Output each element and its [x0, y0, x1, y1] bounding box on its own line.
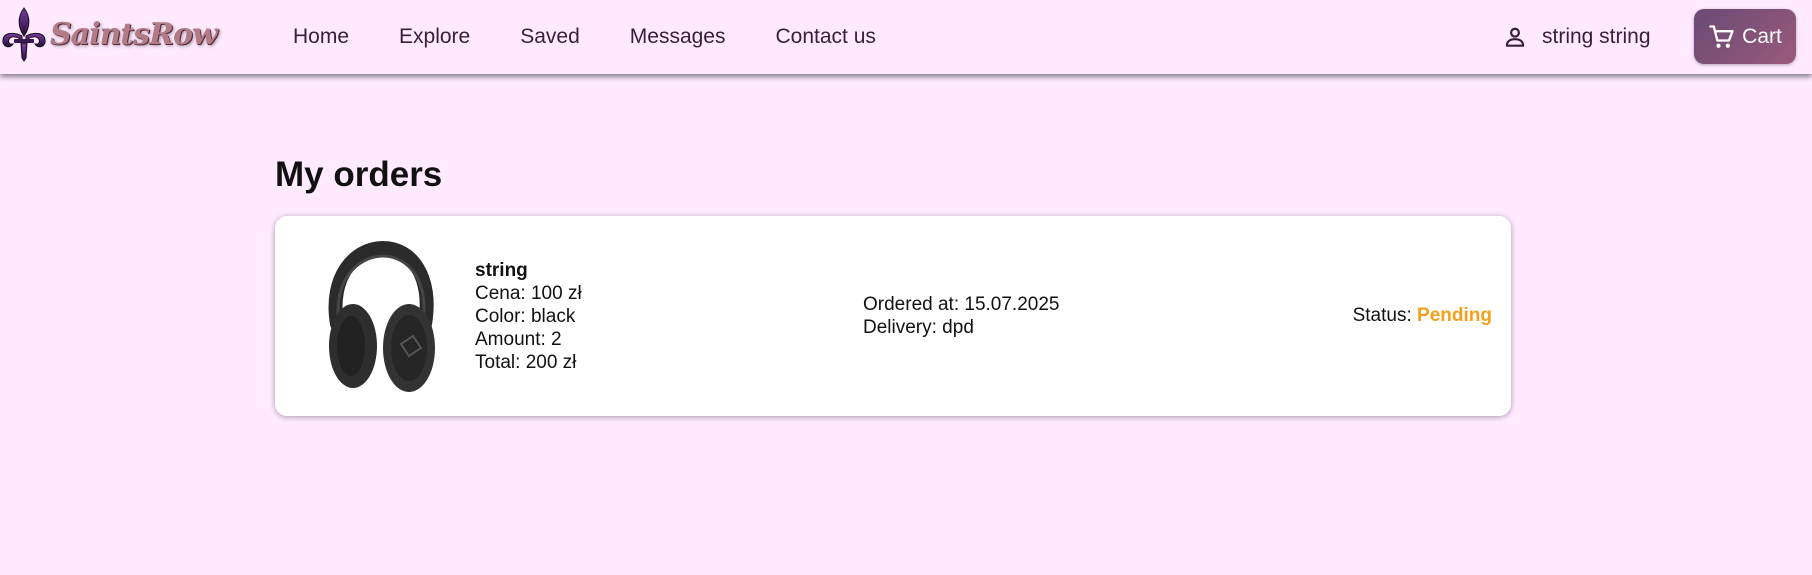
product-name: string — [475, 260, 528, 281]
status-label: Status: — [1352, 305, 1412, 326]
order-status: Status: Pending — [1353, 305, 1492, 327]
order-details: string Cena: 100 zł Color: black Amount:… — [475, 259, 582, 374]
product-color: Color: black — [475, 306, 576, 327]
main-nav: Home Explore Saved Messages Contact us — [293, 0, 926, 74]
nav-link-explore[interactable]: Explore — [399, 25, 470, 49]
order-meta: Ordered at: 15.07.2025 Delivery: dpd — [863, 293, 1059, 339]
navbar: SaintsRow Home Explore Saved Messages Co… — [0, 0, 1812, 74]
brand-text: SaintsRow — [50, 16, 218, 52]
product-price: Cena: 100 zł — [475, 283, 582, 304]
delivery-method: Delivery: dpd — [863, 317, 974, 338]
nav-link-saved[interactable]: Saved — [520, 25, 580, 49]
nav-link-messages[interactable]: Messages — [630, 25, 726, 49]
fleur-de-lis-icon — [2, 7, 46, 62]
person-icon — [1505, 27, 1525, 47]
user-menu[interactable]: string string — [1502, 0, 1651, 74]
status-badge: Pending — [1417, 305, 1492, 326]
order-card: string Cena: 100 zł Color: black Amount:… — [275, 216, 1511, 416]
cart-label: Cart — [1742, 24, 1782, 48]
product-amount: Amount: 2 — [475, 329, 562, 350]
user-name: string string — [1542, 25, 1651, 48]
page-title: My orders — [275, 155, 443, 194]
ordered-at: Ordered at: 15.07.2025 — [863, 294, 1060, 315]
nav-link-home[interactable]: Home — [293, 25, 349, 49]
headphones-image — [328, 240, 435, 392]
product-total: Total: 200 zł — [475, 352, 577, 373]
cart-icon — [1709, 24, 1734, 48]
nav-link-contact[interactable]: Contact us — [776, 25, 876, 49]
brand-logo[interactable]: SaintsRow — [0, 4, 218, 64]
cart-button[interactable]: Cart — [1694, 9, 1796, 64]
